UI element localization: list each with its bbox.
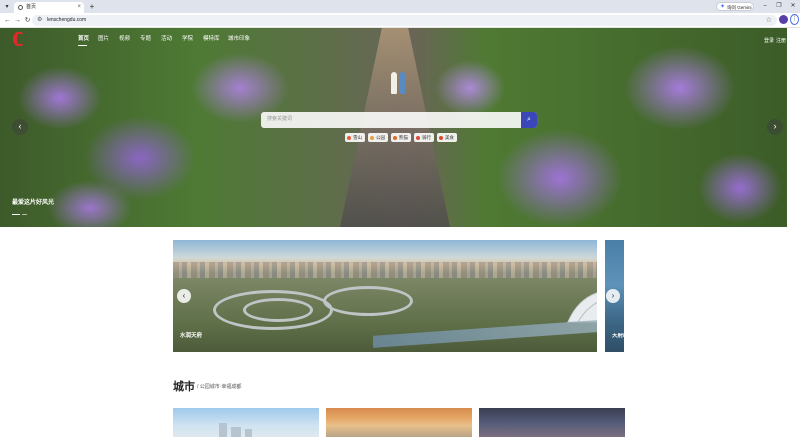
search-icon[interactable]: ⌕ xyxy=(521,112,537,128)
thumbnail-building-image xyxy=(231,427,241,437)
close-window-button[interactable]: ✕ xyxy=(788,2,798,11)
register-link[interactable]: 注册 xyxy=(776,38,786,45)
tag-label: 熊猫 xyxy=(399,135,408,140)
section-title: 城市 xyxy=(173,381,195,393)
carousel-prev-chevron-left-icon[interactable]: ‹ xyxy=(177,289,191,303)
globe-icon xyxy=(18,5,23,10)
tag-chip[interactable]: 骑行 xyxy=(414,133,434,142)
nav-item-events[interactable]: 活动 xyxy=(161,36,172,43)
section-subtitle: / 公园城市·幸福成都 xyxy=(197,384,242,390)
hero-person xyxy=(399,72,405,94)
bookmark-star-icon[interactable]: ☆ xyxy=(766,16,772,25)
pagination-dot[interactable] xyxy=(12,214,20,215)
city-thumbnail[interactable] xyxy=(173,408,319,437)
nav-item-city[interactable]: 城市印象 xyxy=(228,36,250,43)
site-header: 首页 图片 视频 专题 活动 学院 模特库 城市印象 登录 注册 xyxy=(0,28,787,50)
search-bar[interactable]: 搜索关键词 ⌕ xyxy=(261,112,537,128)
gemini-button[interactable]: ✦ 询问 Gemini xyxy=(716,2,754,11)
hero-prev-chevron-left-icon[interactable]: ‹ xyxy=(12,119,28,135)
gemini-label: 询问 Gemini xyxy=(727,5,752,10)
tag-label: 公园 xyxy=(376,135,385,140)
hero-caption: 最爱这片好风光 xyxy=(12,200,55,206)
tag-label: 美食 xyxy=(445,135,454,140)
card-interchange-image xyxy=(243,298,313,322)
site-info-icon[interactable]: ⚙ xyxy=(37,16,42,25)
address-bar[interactable]: ⚙ lenschengdu.com ☆ xyxy=(32,15,777,26)
card-river-image xyxy=(373,320,597,348)
url-text: lenschengdu.com xyxy=(47,17,87,23)
reload-icon[interactable]: ↻ xyxy=(23,16,32,25)
carousel-card-main[interactable] xyxy=(173,240,597,352)
back-arrow-icon[interactable]: ← xyxy=(3,16,12,25)
hero-person xyxy=(391,72,397,94)
hero-banner: 首页 图片 视频 专题 活动 学院 模特库 城市印象 登录 注册 搜索关键词 ⌕… xyxy=(0,28,787,227)
nav-item-models[interactable]: 模特库 xyxy=(203,36,220,43)
carousel-next-chevron-right-icon[interactable]: › xyxy=(606,289,620,303)
tag-label: 雪山 xyxy=(353,135,362,140)
tag-chip[interactable]: 熊猫 xyxy=(391,133,411,142)
nav-item-photos[interactable]: 图片 xyxy=(98,36,109,43)
search-input[interactable]: 搜索关键词 xyxy=(267,115,292,124)
tag-icon xyxy=(439,135,443,140)
tag-icon xyxy=(393,135,397,140)
minimize-button[interactable]: – xyxy=(760,2,770,11)
browser-menu-icon[interactable]: ⋮ xyxy=(790,14,799,25)
browser-tabstrip: ▾ 首页 × + ✦ 询问 Gemini – ❐ ✕ xyxy=(0,0,800,13)
tab-close-icon[interactable]: × xyxy=(77,4,81,11)
site-logo[interactable] xyxy=(13,32,23,46)
new-tab-button[interactable]: + xyxy=(88,2,96,11)
maximize-button[interactable]: ❐ xyxy=(774,2,784,11)
tag-chip[interactable]: 美食 xyxy=(437,133,457,142)
pagination-dot[interactable] xyxy=(22,214,27,215)
thumbnail-building-image xyxy=(245,429,252,437)
tag-label: 骑行 xyxy=(422,135,431,140)
tag-icon xyxy=(370,135,374,140)
forward-arrow-icon[interactable]: → xyxy=(13,16,22,25)
gemini-sparkle-icon: ✦ xyxy=(720,4,726,10)
tab-search-icon[interactable]: ▾ xyxy=(3,3,11,11)
carousel-caption-next: 天府新区 xyxy=(612,333,624,339)
browser-tab-active[interactable]: 首页 × xyxy=(14,2,84,13)
carousel-caption: 水润天府 xyxy=(180,333,203,339)
tab-title: 首页 xyxy=(26,4,37,10)
browser-toolbar: ← → ↻ ⚙ lenschengdu.com ☆ xyxy=(0,13,800,28)
nav-item-videos[interactable]: 视频 xyxy=(119,36,130,43)
hero-pagination xyxy=(12,211,29,217)
login-link[interactable]: 登录 xyxy=(764,38,774,45)
card-interchange-image xyxy=(323,286,413,316)
city-thumbnail[interactable] xyxy=(326,408,472,437)
hero-next-chevron-right-icon[interactable]: › xyxy=(767,119,783,135)
nav-item-home[interactable]: 首页 xyxy=(78,36,89,43)
tag-icon xyxy=(416,135,420,140)
tag-chip[interactable]: 雪山 xyxy=(345,133,365,142)
city-thumbnail[interactable] xyxy=(479,408,625,437)
thumbnail-building-image xyxy=(219,423,227,437)
tag-chip[interactable]: 公园 xyxy=(368,133,388,142)
card-skyline-image xyxy=(173,262,597,278)
nav-item-topics[interactable]: 专题 xyxy=(140,36,151,43)
tag-icon xyxy=(347,135,351,140)
nav-item-academy[interactable]: 学院 xyxy=(182,36,193,43)
profile-avatar[interactable] xyxy=(779,15,788,24)
nav-active-indicator xyxy=(78,45,87,46)
